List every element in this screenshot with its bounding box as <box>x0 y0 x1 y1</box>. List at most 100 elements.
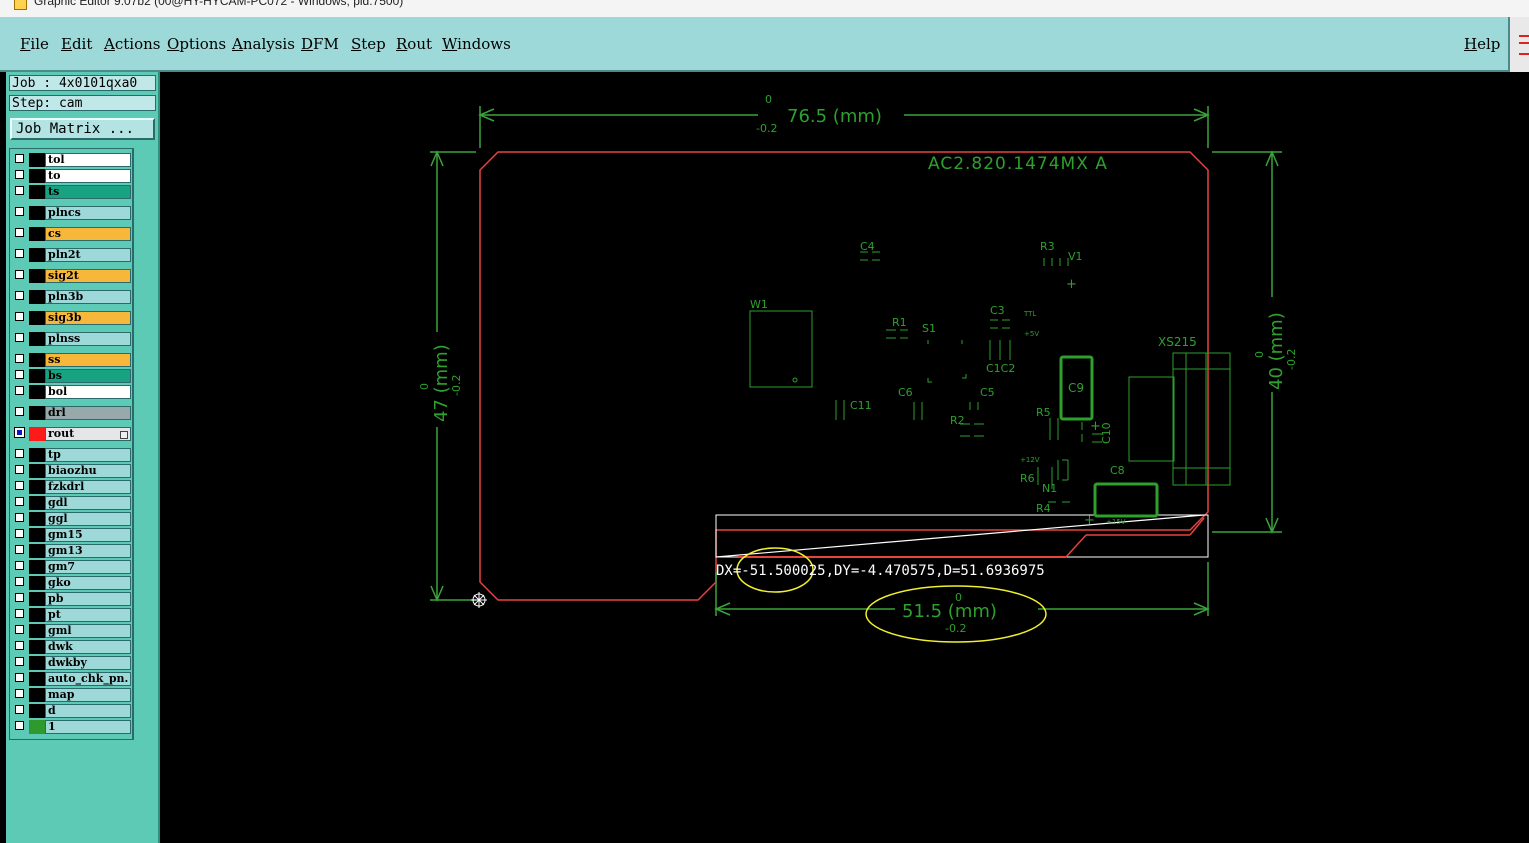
layer-checkbox[interactable] <box>15 673 24 682</box>
layer-checkbox[interactable] <box>15 481 24 490</box>
layer-row-ggl[interactable]: ggl <box>13 512 131 526</box>
layer-row-pb[interactable]: pb <box>13 592 131 606</box>
layer-checkbox[interactable] <box>15 291 24 300</box>
layer-color-swatch[interactable] <box>29 512 45 526</box>
layer-row-pln2t[interactable]: pln2t <box>13 248 131 262</box>
layer-name[interactable]: fzkdrl <box>45 480 131 494</box>
graphic-canvas[interactable]: 76.5 (mm) 0 -0.2 47 (mm) 0 -0.2 40 (mm) … <box>160 72 1529 843</box>
layer-checkbox[interactable] <box>15 333 24 342</box>
layer-row-tp[interactable]: tp <box>13 448 131 462</box>
layer-color-swatch[interactable] <box>29 353 45 367</box>
layer-checkbox[interactable] <box>15 513 24 522</box>
layer-color-swatch[interactable] <box>29 248 45 262</box>
layer-name[interactable]: 1 <box>45 720 131 734</box>
layer-checkbox[interactable] <box>15 657 24 666</box>
menu-windows[interactable]: Windows <box>442 35 511 53</box>
menu-edit[interactable]: Edit <box>61 35 92 53</box>
layer-name[interactable]: gm15 <box>45 528 131 542</box>
layer-name[interactable]: gko <box>45 576 131 590</box>
layer-name[interactable]: to <box>45 169 131 183</box>
layer-name[interactable]: pt <box>45 608 131 622</box>
layer-row-tol[interactable]: tol <box>13 153 131 167</box>
layer-row-auto-chk-pn-[interactable]: auto_chk_pn. <box>13 672 131 686</box>
layer-checkbox[interactable] <box>15 407 24 416</box>
layer-name[interactable]: bol <box>45 385 131 399</box>
layer-row-gml[interactable]: gml <box>13 624 131 638</box>
menu-help[interactable]: Help <box>1464 35 1500 53</box>
layer-color-swatch[interactable] <box>29 427 45 441</box>
layer-row-drl[interactable]: drl <box>13 406 131 420</box>
layer-color-swatch[interactable] <box>29 227 45 241</box>
layer-checkbox[interactable] <box>15 270 24 279</box>
layer-row-ts[interactable]: ts <box>13 185 131 199</box>
layer-name[interactable]: ts <box>45 185 131 199</box>
layer-name[interactable]: plnss <box>45 332 131 346</box>
layer-color-swatch[interactable] <box>29 406 45 420</box>
layer-row-cs[interactable]: cs <box>13 227 131 241</box>
layer-checkbox[interactable] <box>15 625 24 634</box>
layer-name[interactable]: dwkby <box>45 656 131 670</box>
layer-row-plnss[interactable]: plnss <box>13 332 131 346</box>
menu-lines-icon[interactable] <box>1519 35 1529 55</box>
layer-name[interactable]: auto_chk_pn. <box>45 672 131 686</box>
layer-color-swatch[interactable] <box>29 169 45 183</box>
layer-checkbox[interactable] <box>15 593 24 602</box>
layer-row-dwkby[interactable]: dwkby <box>13 656 131 670</box>
menu-analysis[interactable]: Analysis <box>232 35 295 53</box>
layer-checkbox[interactable] <box>15 154 24 163</box>
layer-row-gm13[interactable]: gm13 <box>13 544 131 558</box>
layer-color-swatch[interactable] <box>29 688 45 702</box>
layer-checkbox[interactable] <box>15 354 24 363</box>
layer-name[interactable]: tp <box>45 448 131 462</box>
layer-checkbox[interactable] <box>15 465 24 474</box>
layer-row-map[interactable]: map <box>13 688 131 702</box>
menu-dfm[interactable]: DFM <box>301 35 339 53</box>
layer-row-pt[interactable]: pt <box>13 608 131 622</box>
layer-checkbox[interactable] <box>15 529 24 538</box>
layer-name[interactable]: bs <box>45 369 131 383</box>
layer-color-swatch[interactable] <box>29 640 45 654</box>
menu-rout[interactable]: Rout <box>396 35 432 53</box>
layer-name[interactable]: sig2t <box>45 269 131 283</box>
layer-name[interactable]: d <box>45 704 131 718</box>
layer-color-swatch[interactable] <box>29 672 45 686</box>
layer-color-swatch[interactable] <box>29 624 45 638</box>
menu-step[interactable]: Step <box>351 35 386 53</box>
layer-color-swatch[interactable] <box>29 290 45 304</box>
layer-name[interactable]: gm13 <box>45 544 131 558</box>
layer-checkbox[interactable] <box>15 545 24 554</box>
layer-color-swatch[interactable] <box>29 464 45 478</box>
layer-name[interactable]: dwk <box>45 640 131 654</box>
layer-checkbox[interactable] <box>14 427 25 438</box>
layer-checkbox[interactable] <box>15 609 24 618</box>
layer-checkbox[interactable] <box>15 386 24 395</box>
layer-color-swatch[interactable] <box>29 206 45 220</box>
layer-checkbox[interactable] <box>15 170 24 179</box>
layer-checkbox[interactable] <box>15 228 24 237</box>
layer-color-swatch[interactable] <box>29 560 45 574</box>
layer-name[interactable]: pb <box>45 592 131 606</box>
menu-file[interactable]: File <box>20 35 49 53</box>
layer-row-to[interactable]: to <box>13 169 131 183</box>
layer-checkbox[interactable] <box>15 497 24 506</box>
menu-options[interactable]: Options <box>167 35 226 53</box>
layer-name[interactable]: plncs <box>45 206 131 220</box>
layer-color-swatch[interactable] <box>29 153 45 167</box>
layer-checkbox[interactable] <box>15 561 24 570</box>
layer-checkbox[interactable] <box>15 249 24 258</box>
layer-name[interactable]: biaozhu <box>45 464 131 478</box>
layer-name[interactable]: gdl <box>45 496 131 510</box>
layer-color-swatch[interactable] <box>29 448 45 462</box>
layer-name[interactable]: rout <box>45 427 131 441</box>
layer-checkbox[interactable] <box>15 577 24 586</box>
layer-name[interactable]: cs <box>45 227 131 241</box>
layer-row-1[interactable]: 1 <box>13 720 131 734</box>
layer-name[interactable]: map <box>45 688 131 702</box>
layer-name[interactable]: gm7 <box>45 560 131 574</box>
layer-checkbox[interactable] <box>15 641 24 650</box>
layer-color-swatch[interactable] <box>29 480 45 494</box>
layer-checkbox[interactable] <box>15 186 24 195</box>
layer-name[interactable]: tol <box>45 153 131 167</box>
layer-row-pln3b[interactable]: pln3b <box>13 290 131 304</box>
layer-color-swatch[interactable] <box>29 385 45 399</box>
